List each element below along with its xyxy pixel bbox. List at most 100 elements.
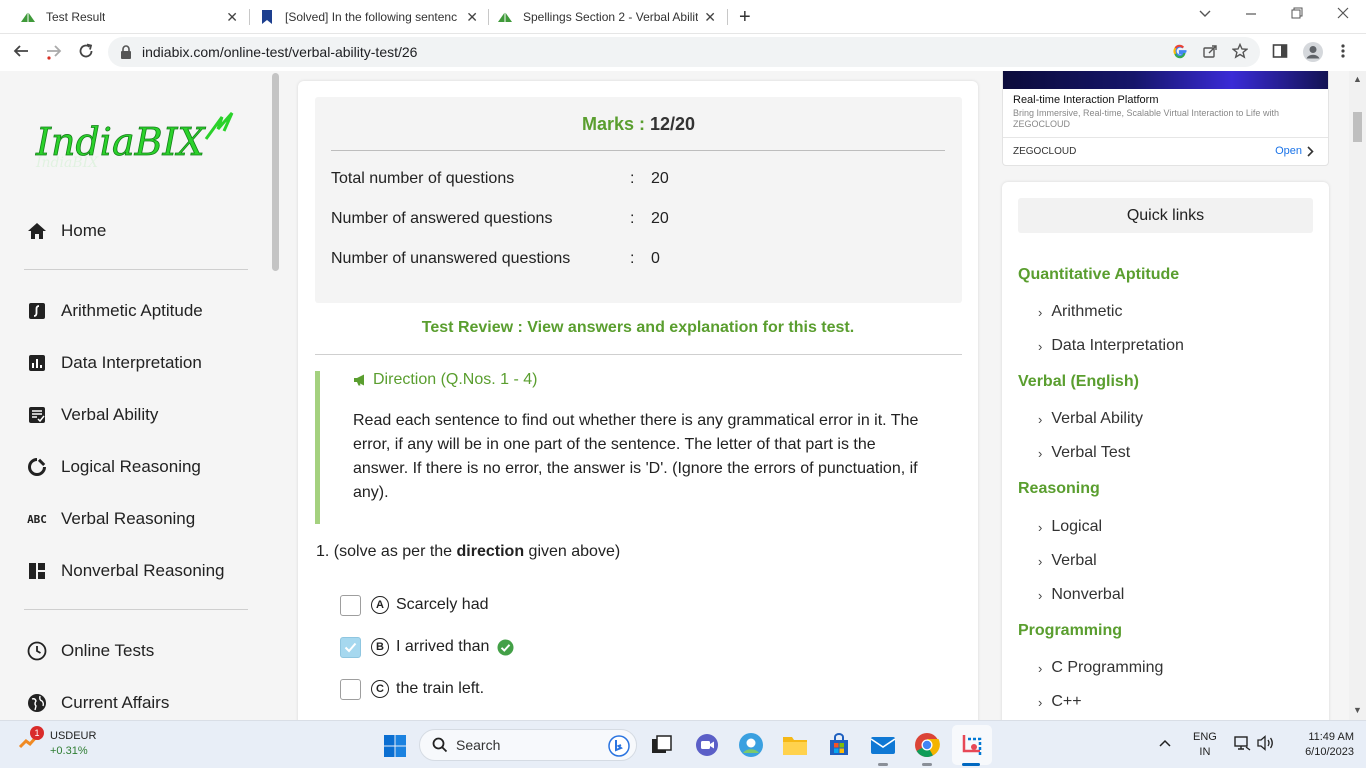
side-panel-icon[interactable] xyxy=(1272,43,1288,64)
tab-title: [Solved] In the following sentenc xyxy=(285,10,457,24)
taskbar-search[interactable]: Search xyxy=(419,729,637,761)
quick-link-label: Data Interpretation xyxy=(1051,337,1184,354)
snipping-tool-icon[interactable] xyxy=(959,732,985,758)
quick-link-arithmetic[interactable]: › Arithmetic xyxy=(1038,303,1122,321)
tab-title: Test Result xyxy=(46,10,106,24)
sidebar-item-arithmetic-aptitude[interactable]: Arithmetic Aptitude xyxy=(24,295,254,327)
test-review-link[interactable]: Test Review : View answers and explanati… xyxy=(298,319,978,337)
chrome-icon[interactable] xyxy=(914,732,940,758)
photos-icon[interactable] xyxy=(738,732,764,758)
sidebar-item-label: Verbal Reasoning xyxy=(61,509,196,528)
page-scrollbar-thumb[interactable] xyxy=(1353,112,1362,142)
tab-search-icon[interactable] xyxy=(1198,6,1212,24)
sidebar-scrollbar[interactable] xyxy=(271,71,280,720)
quick-link-nonverbal[interactable]: › Nonverbal xyxy=(1038,586,1124,604)
microsoft-store-icon[interactable] xyxy=(826,732,852,758)
lock-icon[interactable] xyxy=(120,45,132,59)
tab-spellings[interactable]: Spellings Section 2 - Verbal Abilit ✕ xyxy=(497,0,722,34)
sidebar-item-nonverbal-reasoning[interactable]: Nonverbal Reasoning xyxy=(24,555,254,587)
quick-link-verbal[interactable]: › Verbal xyxy=(1038,552,1097,570)
volume-icon[interactable] xyxy=(1257,735,1275,754)
quick-link-verbal-ability[interactable]: › Verbal Ability xyxy=(1038,410,1143,428)
option-a[interactable]: A Scarcely had xyxy=(340,593,489,617)
sidebar-item-label: Online Tests xyxy=(61,641,155,660)
sidebar-item-label: Logical Reasoning xyxy=(61,457,201,476)
ticker-widget[interactable]: 1 USDEUR +0.31% xyxy=(18,726,96,759)
marks-value: 12/20 xyxy=(650,114,696,134)
google-icon[interactable] xyxy=(1172,43,1188,62)
task-view-icon[interactable] xyxy=(649,732,675,758)
reload-icon[interactable] xyxy=(77,42,95,65)
tab-separator xyxy=(727,9,728,25)
sidebar-item-label: Data Interpretation xyxy=(61,353,202,372)
quick-link-data-interpretation[interactable]: › Data Interpretation xyxy=(1038,337,1184,355)
indiabix-logo[interactable]: IndiaBIX IndiaBIX xyxy=(34,109,244,173)
menu-dots-icon[interactable] xyxy=(1340,43,1346,64)
sidebar-item-label: Home xyxy=(61,221,107,240)
restore-icon[interactable] xyxy=(1290,6,1304,24)
option-b[interactable]: B I arrived than xyxy=(340,635,514,659)
mail-icon[interactable] xyxy=(870,732,896,758)
option-c[interactable]: C the train left. xyxy=(340,677,484,701)
option-letter: B xyxy=(371,638,389,656)
windows-start-icon[interactable] xyxy=(383,734,407,758)
close-icon[interactable]: ✕ xyxy=(704,9,716,26)
abc-icon: ABC xyxy=(27,512,47,526)
close-icon[interactable]: ✕ xyxy=(466,9,478,26)
back-icon[interactable] xyxy=(12,42,30,65)
sidebar-item-current-affairs[interactable]: Current Affairs xyxy=(24,687,254,719)
language-code: ENG xyxy=(1193,731,1217,743)
option-checkbox[interactable] xyxy=(340,678,361,700)
option-checkbox[interactable] xyxy=(340,594,361,616)
quick-link-verbal-test[interactable]: › Verbal Test xyxy=(1038,444,1130,462)
quick-section-programming[interactable]: Programming xyxy=(1018,622,1122,640)
tab-solved[interactable]: [Solved] In the following sentenc ✕ xyxy=(259,0,484,34)
stat-value: 20 xyxy=(651,170,669,187)
profile-avatar-icon[interactable] xyxy=(1302,41,1324,68)
tab-test-result[interactable]: Test Result ✕ xyxy=(20,0,244,34)
address-bar[interactable]: indiabix.com/online-test/verbal-ability-… xyxy=(108,37,1260,67)
sidebar-item-home[interactable]: Home xyxy=(24,215,254,247)
file-explorer-icon[interactable] xyxy=(782,732,808,758)
language-indicator[interactable]: ENG IN xyxy=(1193,730,1217,760)
sidebar-item-verbal-reasoning[interactable]: ABC Verbal Reasoning xyxy=(24,503,254,535)
new-tab-button[interactable]: + xyxy=(739,6,751,29)
ad-title[interactable]: Real-time Interaction Platform xyxy=(1013,94,1159,106)
bing-icon[interactable] xyxy=(608,735,630,760)
sidebar-item-logical-reasoning[interactable]: Logical Reasoning xyxy=(24,451,254,483)
forward-icon[interactable] xyxy=(45,42,63,65)
scroll-down-icon[interactable]: ▼ xyxy=(1353,705,1362,715)
network-icon[interactable] xyxy=(1234,735,1252,754)
direction-block: Direction (Q.Nos. 1 - 4) Read each sente… xyxy=(315,371,962,524)
sidebar-scrollbar-thumb[interactable] xyxy=(272,73,279,271)
page-viewport: IndiaBIX IndiaBIX Home Arithmetic Aptitu… xyxy=(0,71,1366,720)
tray-overflow-chevron-icon[interactable] xyxy=(1159,737,1171,751)
quick-section-verbal[interactable]: Verbal (English) xyxy=(1018,373,1139,391)
sidebar-item-verbal-ability[interactable]: Verbal Ability xyxy=(24,399,254,431)
quick-section-quantitative[interactable]: Quantitative Aptitude xyxy=(1018,266,1179,284)
ad-banner-image[interactable] xyxy=(1003,71,1328,89)
page-scrollbar[interactable]: ▲ ▼ xyxy=(1349,71,1366,720)
clock-icon xyxy=(24,641,50,661)
quick-section-reasoning[interactable]: Reasoning xyxy=(1018,480,1100,498)
close-icon[interactable]: ✕ xyxy=(226,9,238,26)
quick-link-logical[interactable]: › Logical xyxy=(1038,518,1102,536)
minimize-icon[interactable] xyxy=(1244,6,1258,24)
quick-link-c-programming[interactable]: › C Programming xyxy=(1038,659,1163,677)
share-icon[interactable] xyxy=(1202,43,1218,62)
bookmark-star-icon[interactable] xyxy=(1231,42,1249,62)
url-text: indiabix.com/online-test/verbal-ability-… xyxy=(142,44,418,60)
teams-chat-icon[interactable] xyxy=(694,732,720,758)
question-text: 1. (solve as per the direction given abo… xyxy=(316,543,620,561)
sidebar-item-data-interpretation[interactable]: Data Interpretation xyxy=(24,347,254,379)
quick-link-label: Verbal Ability xyxy=(1051,410,1143,427)
window-close-icon[interactable] xyxy=(1336,6,1350,24)
sidebar-item-online-tests[interactable]: Online Tests xyxy=(24,635,254,667)
option-checkbox-checked[interactable] xyxy=(340,636,361,658)
clock-datetime[interactable]: 11:49 AM 6/10/2023 xyxy=(1284,730,1354,760)
advertisement-card[interactable]: Real-time Interaction Platform Bring Imm… xyxy=(1002,71,1329,166)
scroll-up-icon[interactable]: ▲ xyxy=(1353,74,1362,84)
ad-open-button[interactable]: Open xyxy=(1275,145,1314,157)
clock-date: 6/10/2023 xyxy=(1305,746,1354,758)
quick-link-cpp[interactable]: › C++ xyxy=(1038,693,1082,711)
